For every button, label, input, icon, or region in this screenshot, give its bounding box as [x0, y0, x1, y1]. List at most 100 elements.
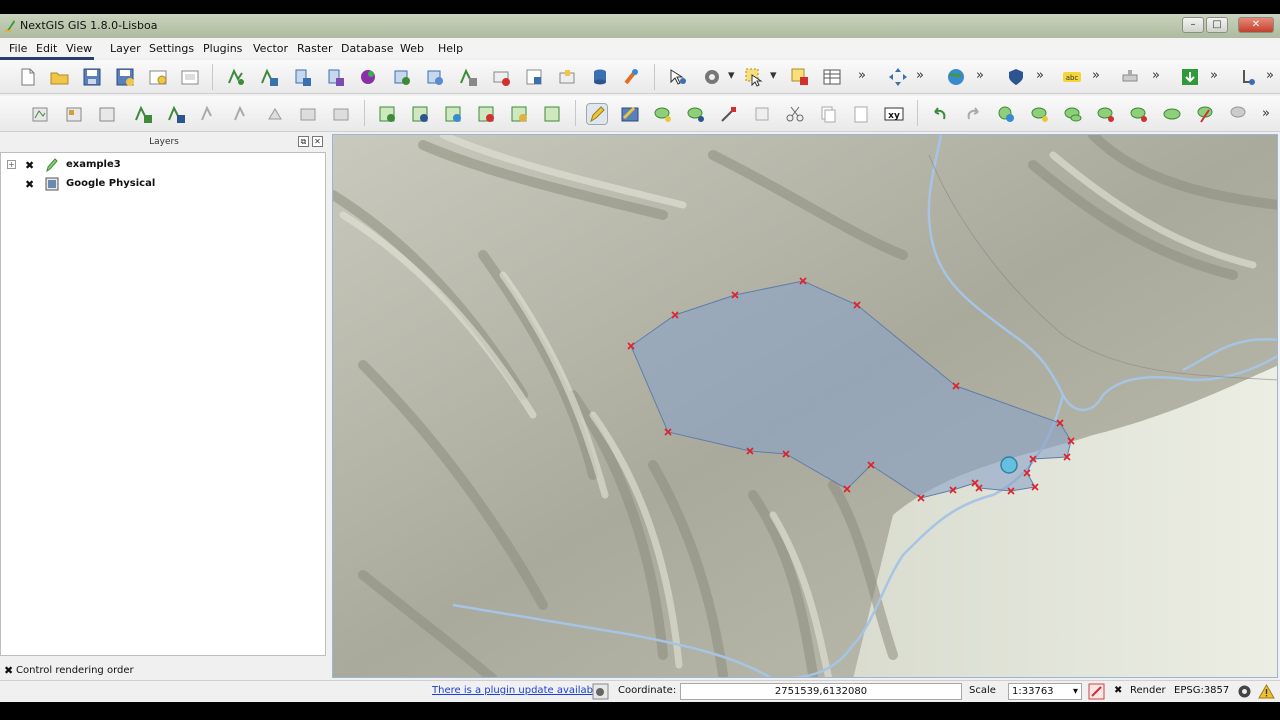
database-icon[interactable]	[590, 67, 610, 87]
add-wcs-layer-icon[interactable]	[199, 104, 219, 124]
new-bookmark-icon[interactable]	[557, 67, 577, 87]
refresh-icon[interactable]	[491, 67, 511, 87]
add-wfs-layer-icon[interactable]	[232, 104, 252, 124]
scale-combo[interactable]: 1:33763 ▾	[1008, 683, 1082, 700]
coordinate-toggle-icon[interactable]	[592, 683, 609, 700]
identify-features-icon[interactable]	[668, 67, 688, 87]
maximize-button[interactable]: □	[1206, 17, 1228, 33]
add-part-icon[interactable]	[1063, 104, 1083, 124]
globe-icon[interactable]	[946, 67, 966, 87]
zoom-layer-icon[interactable]	[358, 67, 378, 87]
copy-features-icon[interactable]	[818, 104, 838, 124]
menu-raster[interactable]: Raster	[297, 42, 332, 55]
add-delimited-text-icon[interactable]	[265, 104, 285, 124]
gps-tool-icon[interactable]	[1238, 67, 1258, 87]
layer-row-example3[interactable]: + ✖ example3	[1, 157, 321, 175]
menu-plugins[interactable]: Plugins	[203, 42, 242, 55]
control-rendering-order[interactable]: ✖ Control rendering order	[0, 662, 328, 682]
menu-database[interactable]: Database	[341, 42, 394, 55]
toolbar-more-icon[interactable]: »	[1210, 68, 1218, 83]
shield-icon[interactable]	[1006, 67, 1026, 87]
menu-vector[interactable]: Vector	[253, 42, 288, 55]
measure-icon[interactable]	[1120, 67, 1140, 87]
crs-label[interactable]: EPSG:3857	[1174, 685, 1229, 696]
layer-info-icon[interactable]	[410, 104, 430, 124]
select-features-icon[interactable]	[744, 67, 764, 87]
float-panel-icon[interactable]: ⧉	[298, 136, 309, 147]
layer-properties-icon[interactable]	[443, 104, 463, 124]
add-spatialite-layer-icon[interactable]	[133, 104, 153, 124]
merge-features-icon[interactable]	[1228, 104, 1248, 124]
new-print-composer-icon[interactable]	[148, 67, 168, 87]
minimize-button[interactable]: –	[1182, 17, 1204, 33]
node-tool-icon[interactable]	[719, 104, 739, 124]
warning-icon[interactable]	[1258, 683, 1275, 700]
cut-features-scissors-icon[interactable]	[785, 104, 805, 124]
new-shapefile-icon[interactable]	[377, 104, 397, 124]
menu-layer[interactable]: Layer	[110, 42, 141, 55]
layer-row-google-physical[interactable]: ✖ Google Physical	[1, 176, 321, 194]
chevron-down-icon[interactable]: ▾	[770, 68, 777, 83]
layer-visibility-checkbox[interactable]: ✖	[25, 159, 34, 172]
open-project-icon[interactable]	[50, 67, 70, 87]
pan-arrows-icon[interactable]	[888, 67, 908, 87]
add-wms-layer-icon[interactable]	[166, 104, 186, 124]
move-feature-icon[interactable]	[686, 104, 706, 124]
new-project-icon[interactable]	[18, 67, 38, 87]
remove-layer-icon[interactable]	[476, 104, 496, 124]
attribute-table-icon[interactable]	[822, 67, 842, 87]
save-edits-icon[interactable]	[620, 104, 640, 124]
terrain-map[interactable]	[333, 135, 1278, 678]
add-vector-layer-icon[interactable]	[30, 104, 50, 124]
map-canvas[interactable]	[332, 134, 1278, 678]
menu-file[interactable]: File	[9, 42, 27, 55]
menu-view[interactable]: View	[66, 42, 92, 55]
add-raster-layer-icon[interactable]	[64, 104, 84, 124]
toolbar-more-icon[interactable]: »	[858, 68, 866, 83]
reshape-features-icon[interactable]	[1162, 104, 1182, 124]
settings-gear-icon[interactable]	[702, 67, 722, 87]
menu-edit[interactable]: Edit	[36, 42, 57, 55]
zoom-full-icon[interactable]	[325, 67, 345, 87]
menu-settings[interactable]: Settings	[149, 42, 194, 55]
toolbar-more-icon[interactable]: »	[1036, 68, 1044, 83]
zoom-out-icon[interactable]	[292, 67, 312, 87]
simplify-feature-icon[interactable]	[996, 104, 1016, 124]
pan-map-icon[interactable]	[226, 67, 246, 87]
stop-rendering-icon[interactable]	[1088, 683, 1105, 700]
python-console-icon[interactable]	[622, 67, 642, 87]
split-features-icon[interactable]	[1195, 104, 1215, 124]
add-oracle-layer-icon[interactable]	[298, 104, 318, 124]
add-mssql-layer-icon[interactable]	[331, 104, 351, 124]
menu-help[interactable]: Help	[438, 42, 463, 55]
coordinate-field[interactable]: 2751539,6132080	[680, 683, 962, 700]
layer-filter-icon[interactable]	[542, 104, 562, 124]
add-postgis-layer-icon[interactable]	[97, 104, 117, 124]
menu-web[interactable]: Web	[400, 42, 424, 55]
add-feature-icon[interactable]	[653, 104, 673, 124]
toolbar-more-icon[interactable]: »	[1152, 68, 1160, 83]
chevron-down-icon[interactable]: ▾	[728, 68, 735, 83]
toolbar-more-icon[interactable]: »	[1092, 68, 1100, 83]
crs-settings-gear-icon[interactable]	[1236, 683, 1253, 700]
delete-ring-icon[interactable]	[1096, 104, 1116, 124]
deselect-features-icon[interactable]	[790, 67, 810, 87]
duplicate-layer-icon[interactable]	[509, 104, 529, 124]
render-checkbox[interactable]: ✖	[1114, 685, 1122, 696]
add-ring-icon[interactable]	[1030, 104, 1050, 124]
zoom-selection-icon[interactable]	[392, 67, 412, 87]
zoom-last-icon[interactable]	[425, 67, 445, 87]
chevron-down-icon[interactable]: ▾	[1073, 684, 1078, 699]
delete-part-icon[interactable]	[1129, 104, 1149, 124]
zoom-next-icon[interactable]	[458, 67, 478, 87]
control-rendering-order-checkbox[interactable]: ✖	[4, 664, 13, 677]
expand-collapse-icon[interactable]: +	[7, 160, 16, 169]
coordinate-xy-icon[interactable]: xy	[884, 104, 904, 124]
plugin-download-icon[interactable]	[1180, 67, 1200, 87]
label-abc-icon[interactable]: abc	[1062, 67, 1082, 87]
undo-icon[interactable]	[930, 104, 950, 124]
map-tips-icon[interactable]	[524, 67, 544, 87]
toolbar-more-icon[interactable]: »	[916, 68, 924, 83]
toggle-editing-pencil-icon[interactable]	[586, 103, 608, 125]
toolbar-more-icon[interactable]: »	[1266, 68, 1274, 83]
